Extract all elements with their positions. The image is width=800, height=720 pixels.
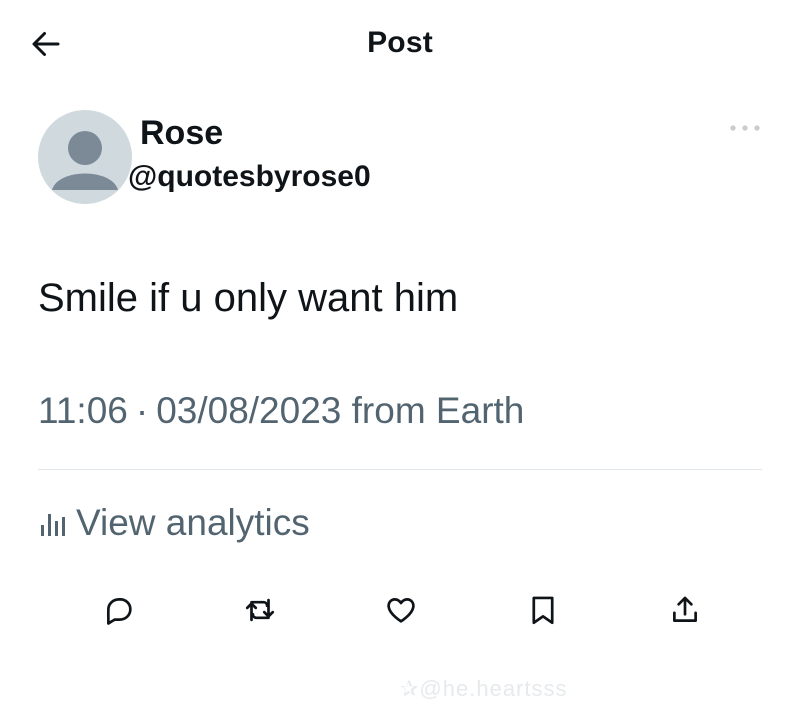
view-analytics-link[interactable]: View analytics bbox=[40, 502, 310, 544]
post-time[interactable]: 11:06 bbox=[38, 390, 128, 431]
like-button[interactable] bbox=[376, 585, 426, 635]
author-handle[interactable]: @quotesbyrose0 bbox=[128, 160, 371, 194]
repost-button[interactable] bbox=[235, 585, 285, 635]
post-source: from Earth bbox=[351, 390, 525, 431]
meta-separator: · bbox=[135, 390, 149, 431]
avatar[interactable] bbox=[38, 110, 132, 204]
post-text: Smile if u only want him bbox=[38, 276, 459, 320]
divider bbox=[38, 469, 762, 470]
action-bar bbox=[0, 585, 800, 635]
post-date[interactable]: 03/08/2023 bbox=[156, 390, 341, 431]
default-avatar-icon bbox=[52, 131, 118, 190]
watermark: ✰@he.heartsss bbox=[400, 676, 568, 701]
share-button[interactable] bbox=[660, 585, 710, 635]
top-bar: Post bbox=[0, 0, 800, 86]
heart-icon bbox=[387, 598, 415, 623]
post-meta: 11:06 · 03/08/2023 from Earth bbox=[38, 390, 524, 432]
author-name[interactable]: Rose bbox=[140, 114, 223, 153]
reply-button[interactable] bbox=[94, 585, 144, 635]
view-analytics-label: View analytics bbox=[76, 502, 310, 543]
bookmark-button[interactable] bbox=[518, 585, 568, 635]
post-page: Post Rose @quotesbyrose0 Smile if u only… bbox=[0, 0, 800, 720]
share-icon bbox=[673, 596, 697, 622]
more-options-button[interactable] bbox=[725, 116, 765, 140]
repost-icon bbox=[242, 598, 275, 627]
more-dots-icon bbox=[730, 125, 760, 131]
analytics-bars-icon bbox=[40, 509, 66, 537]
reply-icon bbox=[106, 598, 132, 625]
bookmark-icon bbox=[532, 596, 554, 625]
page-title: Post bbox=[367, 26, 433, 59]
